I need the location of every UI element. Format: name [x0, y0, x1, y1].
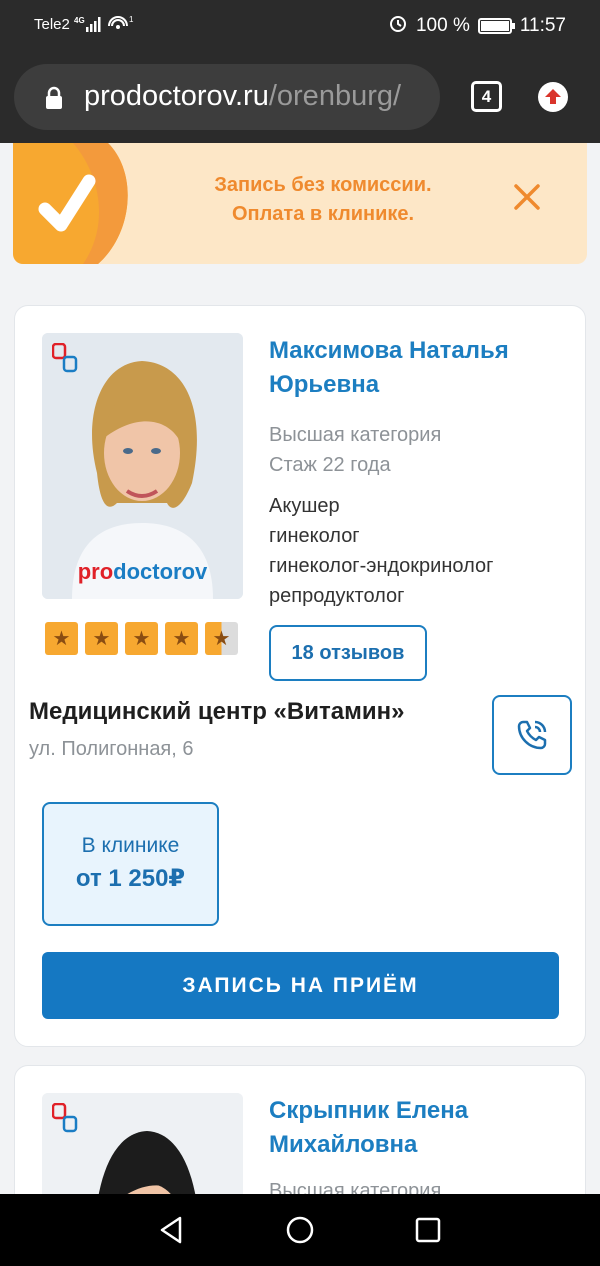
address-bar[interactable]: prodoctorov.ru/orenburg/	[14, 64, 440, 130]
watermark-pro: pro	[77, 559, 114, 584]
recents-icon[interactable]	[412, 1214, 444, 1246]
price-option[interactable]: В клинике от 1 250₽	[42, 802, 219, 926]
svg-text:1: 1	[129, 15, 134, 24]
phone-icon	[517, 720, 547, 750]
close-icon[interactable]	[513, 183, 541, 211]
book-appointment-button[interactable]: ЗАПИСЬ НА ПРИЁМ	[42, 952, 559, 1019]
promo-text: Запись без комиссии. Оплата в клинике.	[173, 171, 473, 229]
alarm-icon	[388, 13, 408, 39]
specialty-item: гинеколог	[269, 525, 360, 547]
rating-stars: ★ ★ ★ ★ ★	[45, 622, 238, 655]
checkmark-badge-icon	[13, 143, 128, 264]
status-bar: Tele2 4G 1 100 % 11:57	[0, 0, 600, 50]
call-button[interactable]	[492, 695, 572, 775]
price-value: от 1 250₽	[75, 865, 186, 892]
url-host: prodoctorov.ru	[84, 80, 269, 112]
doctor-meta: Высшая категория Стаж 22 года	[269, 420, 441, 480]
doctor-name[interactable]: Максимова Наталья Юрьевна	[269, 334, 569, 402]
reviews-button[interactable]: 18 отзывов	[269, 625, 427, 681]
svg-text:4G: 4G	[74, 16, 85, 25]
clinic-address: ул. Полигонная, 6	[29, 738, 194, 760]
photo-watermark: prodoctorov	[42, 559, 243, 585]
update-icon[interactable]	[538, 82, 568, 112]
home-icon[interactable]	[284, 1214, 316, 1246]
star-icon: ★	[85, 622, 118, 655]
specialty-item: репродуктолог	[269, 585, 405, 607]
doctor-category: Высшая категория	[269, 424, 442, 446]
star-icon: ★	[165, 622, 198, 655]
clock: 11:57	[519, 15, 566, 36]
doctor-photo[interactable]: prodoctorov	[42, 333, 243, 599]
url-text[interactable]: prodoctorov.ru/orenburg/	[84, 80, 401, 113]
star-icon: ★	[45, 622, 78, 655]
half-star-icon: ★	[205, 622, 238, 655]
prodoctorov-logo-icon	[52, 1103, 78, 1133]
lock-icon	[44, 86, 64, 115]
star-icon: ★	[125, 622, 158, 655]
watermark-doctorov: doctorov	[113, 559, 208, 584]
tabs-count-button[interactable]: 4	[471, 81, 502, 112]
battery-percent: 100 %	[415, 15, 470, 36]
prodoctorov-logo-icon	[52, 343, 78, 373]
doctor-card: prodoctorov ★ ★ ★ ★ ★ Максимова Наталья …	[14, 305, 586, 1047]
doctor-experience: Стаж 22 года	[269, 454, 391, 476]
status-right: 100 % 11:57	[388, 13, 566, 39]
promo-line-1: Запись без комиссии.	[214, 174, 432, 196]
carrier-label: Tele2	[34, 16, 70, 33]
specialty-item: гинеколог-эндокринолог	[269, 555, 494, 577]
doctor-specialties: Акушер гинеколог гинеколог-эндокринолог …	[269, 491, 529, 611]
price-location: В клинике	[81, 834, 180, 857]
back-icon[interactable]	[156, 1214, 188, 1246]
promo-banner: Запись без комиссии. Оплата в клинике.	[13, 143, 587, 264]
promo-line-2: Оплата в клинике.	[231, 203, 415, 225]
system-nav-bar	[0, 1194, 600, 1266]
battery-icon	[477, 18, 515, 34]
clinic-name[interactable]: Медицинский центр «Витамин»	[29, 698, 404, 726]
url-path: /orenburg/	[268, 80, 402, 112]
specialty-item: Акушер	[269, 495, 340, 517]
browser-chrome: Tele2 4G 1 100 % 11:57 prodoctorov.ru/or…	[0, 0, 600, 143]
signal-icon: 4G 1	[74, 14, 134, 39]
doctor-name-2[interactable]: Скрыпник Елена Михайловна	[269, 1094, 569, 1162]
